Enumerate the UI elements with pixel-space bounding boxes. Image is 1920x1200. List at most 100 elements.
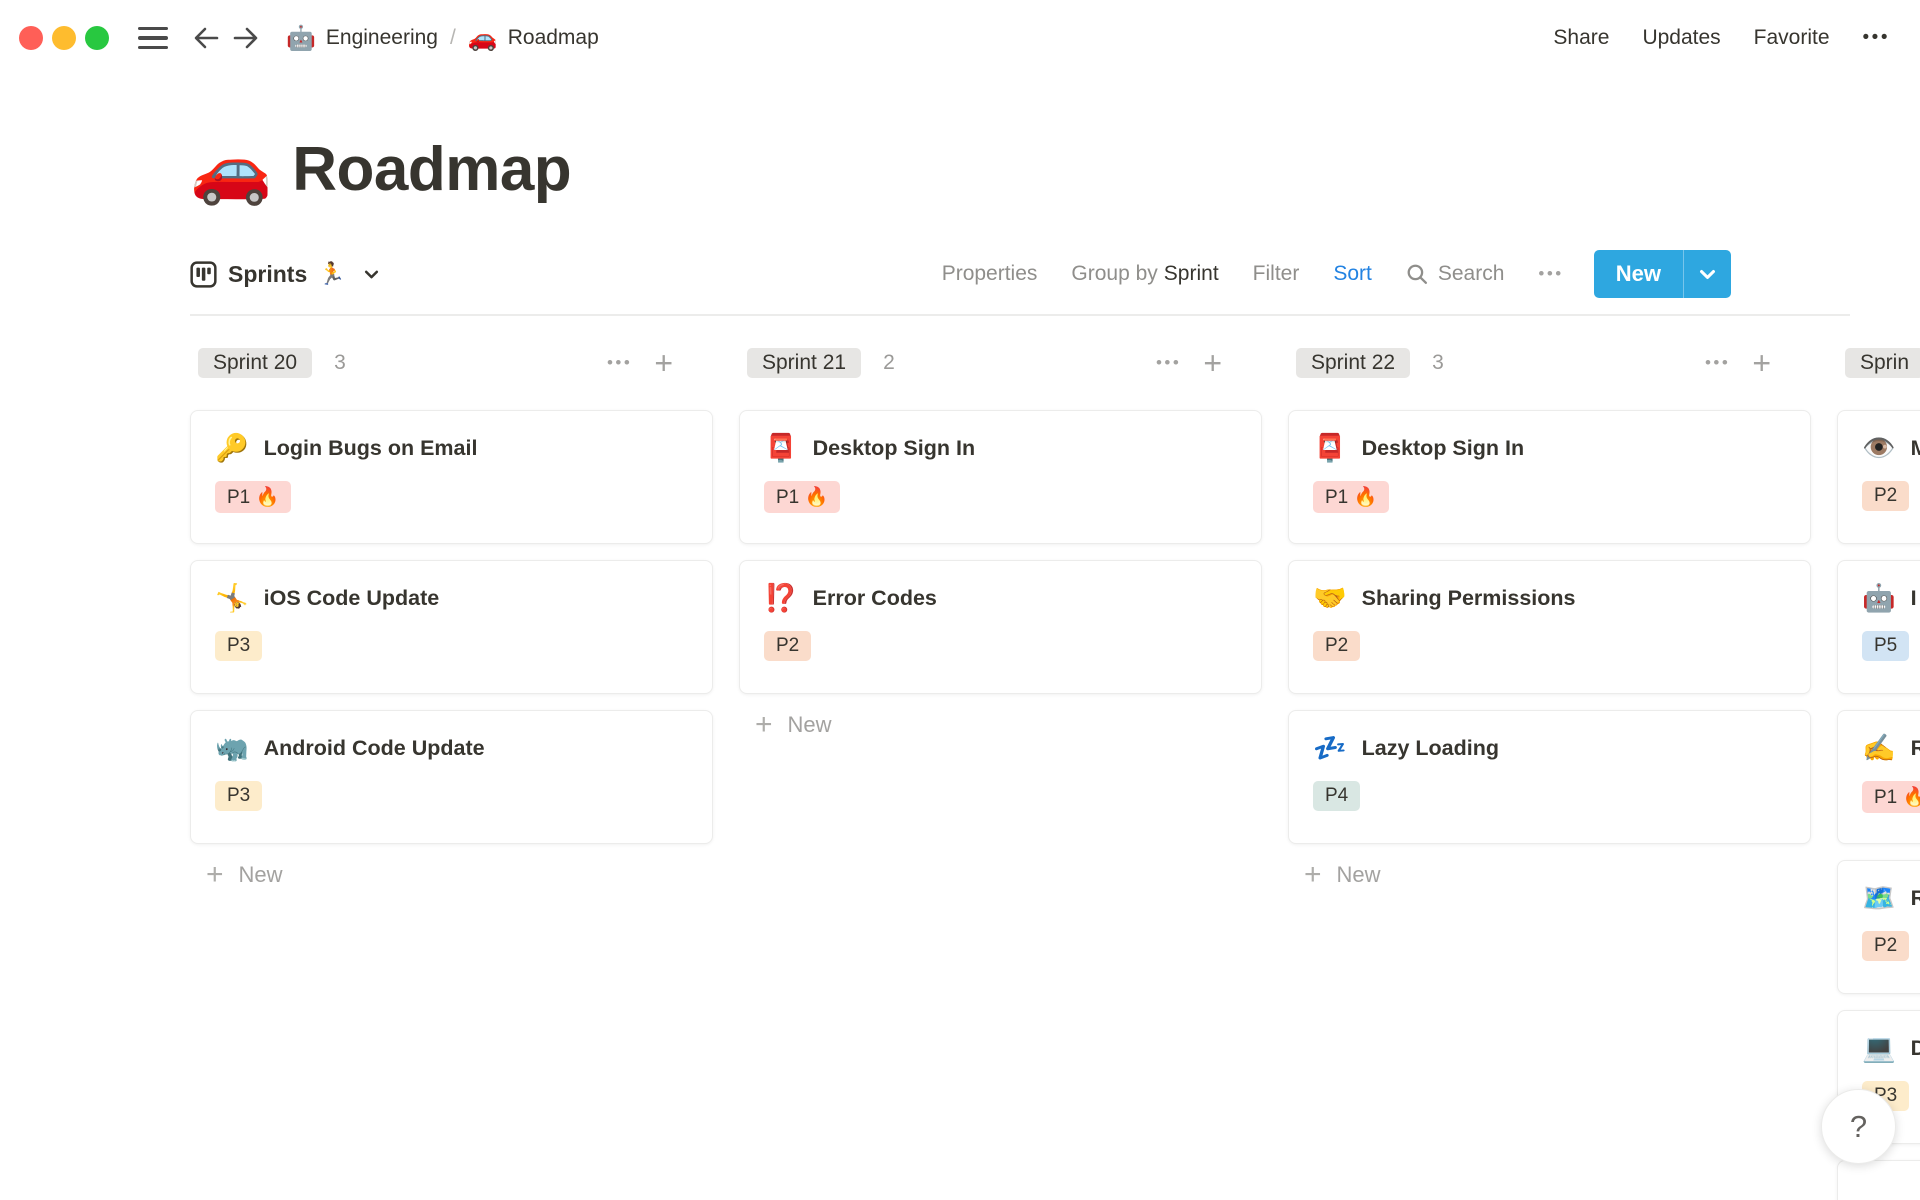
breadcrumb-page[interactable]: 🚗 Roadmap — [460, 20, 607, 57]
board-card[interactable]: ⁉️ Error Codes P2 — [739, 560, 1262, 694]
plus-icon: + — [1304, 858, 1322, 891]
column-new-button[interactable]: + New — [739, 710, 1262, 740]
sidebar-menu-icon[interactable] — [138, 26, 168, 50]
breadcrumb-separator: / — [449, 26, 456, 49]
column-count: 3 — [1432, 351, 1444, 374]
card-emoji-icon: 👁️ — [1862, 433, 1896, 463]
card-title: Login Bugs on Email — [263, 436, 478, 460]
card-emoji-icon: 📮 — [1313, 433, 1347, 463]
card-title: Lazy Loading — [1361, 736, 1499, 760]
board-card[interactable]: 🤸 iOS Code Update P3 — [190, 560, 713, 694]
card-title: Sharing Permissions — [1361, 586, 1576, 610]
card-priority-tag: P2 — [1313, 631, 1361, 661]
board-card[interactable]: 💤 Lazy Loading P4 — [1288, 710, 1811, 844]
board-card[interactable]: 🤖 I P5 — [1837, 560, 1920, 694]
chevron-down-icon — [364, 270, 378, 278]
column-add-icon[interactable]: + — [1203, 347, 1222, 379]
card-title: R — [1911, 886, 1920, 911]
search-icon — [1407, 264, 1427, 284]
group-by-prefix: Group by — [1071, 262, 1158, 285]
column-more-icon[interactable]: ••• — [1705, 353, 1730, 373]
new-label: New — [787, 712, 832, 737]
board-card[interactable] — [1837, 1160, 1920, 1200]
share-button[interactable]: Share — [1553, 26, 1609, 50]
sort-button[interactable]: Sort — [1333, 262, 1372, 286]
breadcrumb-workspace[interactable]: 🤖 Engineering — [278, 20, 446, 57]
card-list: 👁️ M P2 🤖 I P5 ✍️ R P1 🔥 🗺️ R P2 💻 D P3 — [1837, 410, 1920, 1200]
board-view-icon — [190, 260, 217, 288]
column-title[interactable]: Sprint 22 — [1296, 348, 1411, 378]
card-title: Desktop Sign In — [812, 436, 976, 460]
board-card[interactable]: 👁️ M P2 — [1837, 410, 1920, 544]
card-emoji-icon: 💻 — [1862, 1033, 1896, 1063]
column-new-button[interactable]: + New — [190, 860, 713, 890]
filter-button[interactable]: Filter — [1253, 262, 1300, 286]
board-card[interactable]: 🔑 Login Bugs on Email P1 🔥 — [190, 410, 713, 544]
page-icon-car-emoji[interactable]: 🚗 — [190, 136, 272, 202]
favorite-button[interactable]: Favorite — [1754, 26, 1830, 50]
more-options-icon[interactable]: ••• — [1863, 27, 1890, 49]
column-more-icon[interactable]: ••• — [1156, 353, 1181, 373]
new-button-dropdown[interactable] — [1683, 250, 1731, 298]
new-button[interactable]: New — [1593, 250, 1731, 298]
board-card[interactable]: 🦏 Android Code Update P3 — [190, 710, 713, 844]
board-card[interactable]: 🗺️ R P2 — [1837, 860, 1920, 994]
chevron-down-icon — [1700, 269, 1715, 279]
card-title: M — [1911, 436, 1920, 461]
card-priority-tag: P1 🔥 — [215, 481, 292, 513]
card-emoji-icon: 🦏 — [215, 733, 249, 763]
minimize-window-button[interactable] — [52, 26, 76, 50]
car-emoji-icon: 🚗 — [467, 24, 498, 52]
board-column: Sprint 21 2 ••• + 📮 Desktop Sign In P1 🔥… — [739, 346, 1262, 1200]
help-button[interactable]: ? — [1821, 1089, 1896, 1164]
column-title[interactable]: Sprin — [1845, 348, 1920, 378]
view-tab-label: Sprints — [228, 260, 308, 287]
forward-button[interactable] — [230, 23, 262, 53]
board-card[interactable]: 📮 Desktop Sign In P1 🔥 — [1288, 410, 1811, 544]
view-toolbar: Sprints 🏃 Properties Group by Sprint Filt… — [190, 250, 1920, 298]
card-emoji-icon: 🗺️ — [1862, 883, 1896, 913]
robot-emoji-icon: 🤖 — [286, 24, 316, 52]
zoom-window-button[interactable] — [85, 26, 109, 50]
back-button[interactable] — [190, 23, 222, 53]
board-column: Sprin ••• + 👁️ M P2 🤖 I P5 ✍️ R P1 🔥 🗺️ … — [1837, 346, 1920, 1200]
card-priority-tag: P3 — [215, 631, 263, 661]
view-more-options-icon[interactable]: ••• — [1538, 264, 1563, 284]
board-card[interactable]: ✍️ R P1 🔥 — [1837, 710, 1920, 844]
updates-button[interactable]: Updates — [1642, 26, 1720, 50]
plus-icon: + — [755, 708, 773, 741]
card-priority-tag: P1 🔥 — [1862, 781, 1920, 813]
search-button[interactable]: Search — [1406, 262, 1504, 286]
close-window-button[interactable] — [19, 26, 43, 50]
new-label: New — [238, 862, 283, 887]
window-titlebar: 🤖 Engineering / 🚗 Roadmap Share Updates … — [0, 0, 1920, 76]
column-header: Sprint 22 3 ••• + — [1288, 346, 1811, 380]
board: Sprint 20 3 ••• + 🔑 Login Bugs on Email … — [190, 346, 1920, 1200]
card-list: 📮 Desktop Sign In P1 🔥 ⁉️ Error Codes P2 — [739, 410, 1262, 694]
arrow-right-icon — [233, 27, 258, 49]
new-label: New — [1336, 862, 1381, 887]
card-title: Android Code Update — [263, 736, 485, 760]
page-title[interactable]: Roadmap — [292, 137, 571, 202]
traffic-lights — [19, 26, 109, 50]
column-title[interactable]: Sprint 21 — [747, 348, 862, 378]
card-priority-tag: P1 🔥 — [764, 481, 841, 513]
card-title: iOS Code Update — [263, 586, 440, 610]
group-by-value: Sprint — [1163, 262, 1219, 285]
properties-button[interactable]: Properties — [942, 262, 1038, 286]
runner-emoji-icon: 🏃 — [318, 261, 346, 286]
card-title: Desktop Sign In — [1361, 436, 1525, 460]
column-add-icon[interactable]: + — [1752, 347, 1771, 379]
card-emoji-icon: 🤖 — [1862, 583, 1896, 613]
column-title[interactable]: Sprint 20 — [198, 348, 313, 378]
column-add-icon[interactable]: + — [654, 347, 673, 379]
view-tab-sprints[interactable]: Sprints 🏃 — [190, 261, 380, 288]
column-count: 2 — [883, 351, 895, 374]
board-card[interactable]: 📮 Desktop Sign In P1 🔥 — [739, 410, 1262, 544]
card-priority-tag: P1 🔥 — [1313, 481, 1390, 513]
column-new-button[interactable]: + New — [1288, 860, 1811, 890]
column-more-icon[interactable]: ••• — [607, 353, 632, 373]
board-card[interactable]: 🤝 Sharing Permissions P2 — [1288, 560, 1811, 694]
toolbar-divider — [190, 314, 1850, 316]
group-by-button[interactable]: Group by Sprint — [1071, 262, 1218, 286]
